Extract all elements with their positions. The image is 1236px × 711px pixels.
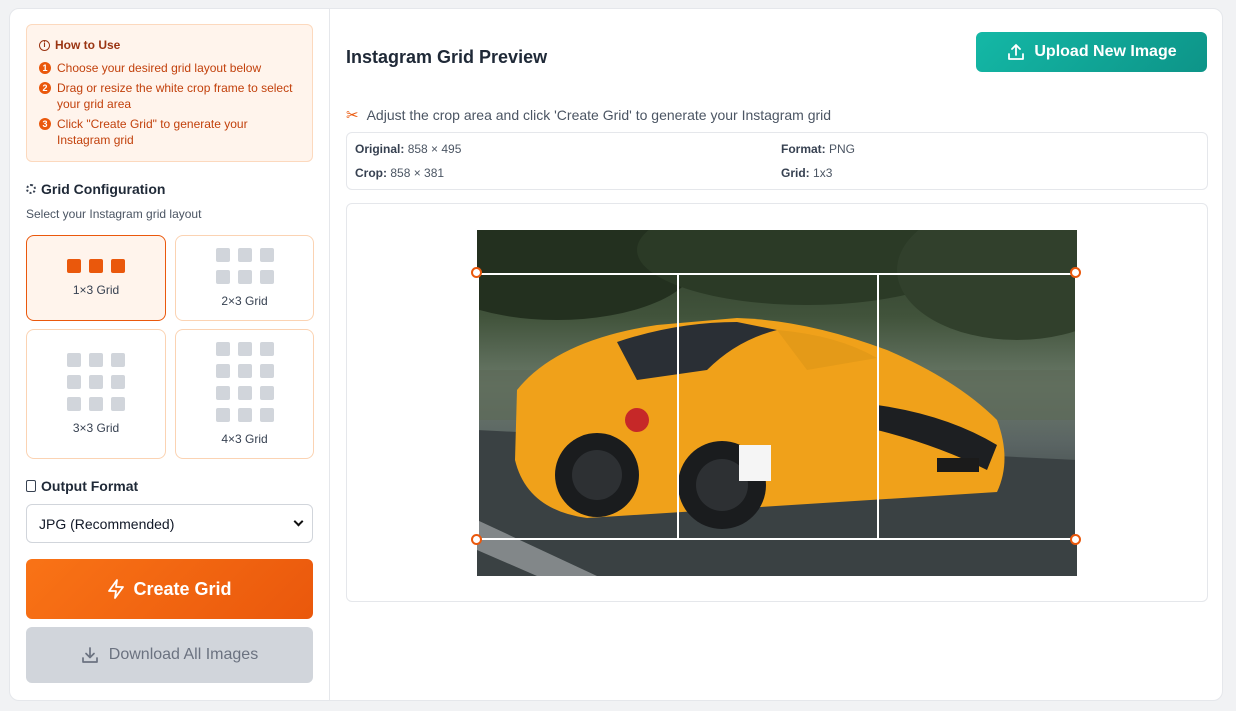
preview-card xyxy=(346,203,1208,602)
grid-option-label: 3×3 Grid xyxy=(73,421,119,435)
scissors-icon: ✂ xyxy=(346,106,359,124)
gear-icon xyxy=(26,184,36,194)
grid-3x3-icon xyxy=(67,353,125,411)
step-text: Choose your desired grid layout below xyxy=(57,60,261,76)
sidebar: i How to Use 1 Choose your desired grid … xyxy=(10,9,330,700)
how-to-step: 3 Click "Create Grid" to generate your I… xyxy=(39,116,300,148)
image-format: Format: PNG xyxy=(781,142,855,156)
output-format-title: Output Format xyxy=(26,478,313,494)
grid-type: Grid: 1x3 xyxy=(781,166,832,180)
grid-option-label: 2×3 Grid xyxy=(221,294,267,308)
crop-handle-top-right[interactable] xyxy=(1070,267,1081,278)
upload-icon xyxy=(1006,42,1026,62)
step-number: 1 xyxy=(39,62,51,74)
how-to-step: 2 Drag or resize the white crop frame to… xyxy=(39,80,300,112)
preview-image xyxy=(477,230,1077,576)
upload-new-image-button[interactable]: Upload New Image xyxy=(976,32,1207,72)
download-all-button[interactable]: Download All Images xyxy=(26,627,313,683)
how-to-step: 1 Choose your desired grid layout below xyxy=(39,60,300,76)
output-format-value: JPG (Recommended) xyxy=(39,516,174,532)
grid-1x3-icon xyxy=(67,259,125,273)
grid-2x3-icon xyxy=(216,248,274,284)
crop-handle-bottom-right[interactable] xyxy=(1070,534,1081,545)
grid-options: 1×3 Grid 2×3 Grid 3×3 Grid 4×3 Grid xyxy=(26,235,313,459)
grid-4x3-icon xyxy=(216,342,274,422)
crop-hint: ✂ Adjust the crop area and click 'Create… xyxy=(346,106,831,124)
crop-handle-bottom-left[interactable] xyxy=(471,534,482,545)
grid-option-label: 1×3 Grid xyxy=(73,283,119,297)
grid-option-2x3[interactable]: 2×3 Grid xyxy=(175,235,314,321)
grid-option-4x3[interactable]: 4×3 Grid xyxy=(175,329,314,459)
grid-divider xyxy=(877,275,879,538)
file-image-icon xyxy=(26,480,36,492)
output-format-select[interactable]: JPG (Recommended) xyxy=(26,504,313,543)
crop-handle-top-left[interactable] xyxy=(471,267,482,278)
create-grid-button[interactable]: Create Grid xyxy=(26,559,313,619)
how-to-panel: i How to Use 1 Choose your desired grid … xyxy=(26,24,313,162)
grid-option-label: 4×3 Grid xyxy=(221,432,267,446)
main-panel: Instagram Grid Preview Upload New Image … xyxy=(330,9,1222,700)
grid-configuration-subtitle: Select your Instagram grid layout xyxy=(26,207,313,221)
how-to-title: i How to Use xyxy=(39,38,300,52)
step-text: Drag or resize the white crop frame to s… xyxy=(57,80,300,112)
chevron-down-icon xyxy=(294,517,304,527)
step-number: 2 xyxy=(39,82,51,94)
info-icon: i xyxy=(39,40,50,51)
crop-frame[interactable] xyxy=(477,273,1077,540)
step-text: Click "Create Grid" to generate your Ins… xyxy=(57,116,300,148)
grid-divider xyxy=(677,275,679,538)
step-number: 3 xyxy=(39,118,51,130)
app-window: i How to Use 1 Choose your desired grid … xyxy=(9,8,1223,701)
original-size: Original: 858 × 495 xyxy=(355,142,461,156)
grid-configuration-title: Grid Configuration xyxy=(26,181,313,197)
image-info-card: Original: 858 × 495 Format: PNG Crop: 85… xyxy=(346,132,1208,190)
grid-option-3x3[interactable]: 3×3 Grid xyxy=(26,329,166,459)
crop-size: Crop: 858 × 381 xyxy=(355,166,444,180)
page-title: Instagram Grid Preview xyxy=(346,47,547,68)
download-icon xyxy=(81,646,99,664)
grid-option-1x3[interactable]: 1×3 Grid xyxy=(26,235,166,321)
lightning-icon xyxy=(107,579,125,599)
